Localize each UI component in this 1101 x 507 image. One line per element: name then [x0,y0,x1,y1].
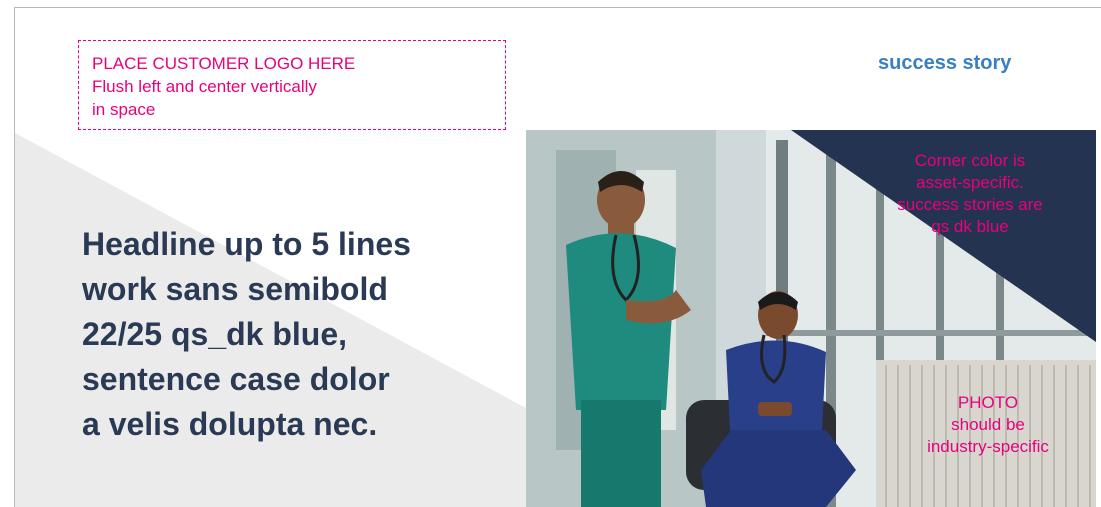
corner-note-line: success stories are [897,195,1043,214]
logo-placeholder-line: in space [92,100,156,119]
success-story-label: success story [878,52,1012,74]
corner-note-line: Corner color is [914,151,1026,170]
corner-note-line: qs dk blue [931,217,1009,236]
headline-line: sentence case dolor [82,361,390,397]
headline-line: a velis dolupta nec. [82,406,378,442]
photo-note-line: industry-specific [927,437,1049,456]
corner-note-line: asset-specific. [916,173,1024,192]
logo-placeholder-line: Flush left and center vertically [92,77,317,96]
logo-placeholder-line: PLACE CUSTOMER LOGO HERE [92,54,356,73]
photo-note: PHOTO should be industry-specific [888,392,1088,458]
headline: Headline up to 5 lines work sans semibol… [82,222,522,447]
logo-placeholder: PLACE CUSTOMER LOGO HERE Flush left and … [78,40,506,130]
headline-line: Headline up to 5 lines [82,226,411,262]
photo-note-line: should be [951,415,1025,434]
success-story-template: PLACE CUSTOMER LOGO HERE Flush left and … [0,0,1101,507]
headline-line: 22/25 qs_dk blue, [82,316,348,352]
photo-note-line: PHOTO [957,393,1019,412]
corner-color-note: Corner color is asset-specific. success … [860,150,1080,238]
headline-line: work sans semibold [82,271,388,307]
